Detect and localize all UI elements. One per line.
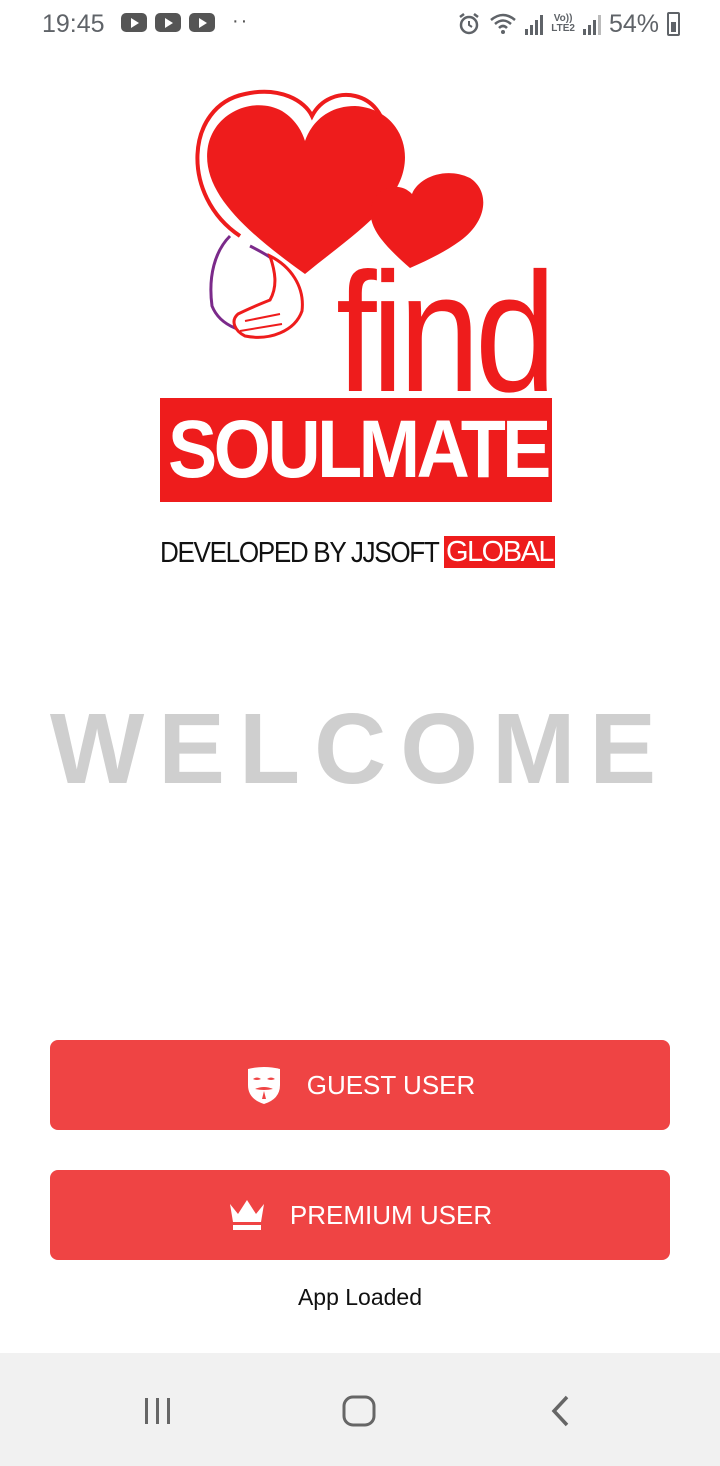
youtube-icon: [121, 13, 147, 32]
crown-icon: [228, 1196, 266, 1234]
volte-indicator: Vo)) LTE2: [551, 13, 575, 34]
signal-icon: [525, 13, 544, 35]
app-status-text: App Loaded: [297, 1284, 423, 1310]
signal-icon-2: [582, 13, 601, 35]
status-right-group: Vo)) LTE2 54%: [457, 9, 680, 39]
status-bar: 19:45 ·· Vo)) LTE2 54%: [0, 0, 720, 50]
developer-highlight: GLOBAL: [444, 536, 556, 568]
mask-icon: [245, 1066, 283, 1104]
home-icon[interactable]: [337, 1389, 381, 1433]
logo-brand-text: SOULMATE: [168, 404, 551, 495]
alarm-icon: [459, 13, 479, 35]
developer-credit: DEVELOPED BY JJSOFT GLOBAL: [160, 536, 556, 570]
guest-user-button[interactable]: GUEST USER: [50, 1040, 670, 1130]
wifi-icon: [490, 13, 517, 34]
more-notifications-icon: ··: [232, 10, 250, 32]
battery-icon: [667, 12, 680, 36]
battery-percent: 54%: [608, 9, 659, 38]
youtube-icon: [189, 13, 215, 32]
welcome-title: WELCOME: [49, 693, 671, 805]
premium-user-label: PREMIUM USER: [289, 1199, 493, 1230]
premium-user-button[interactable]: PREMIUM USER: [50, 1170, 670, 1260]
recents-icon[interactable]: [136, 1389, 180, 1433]
logo-find-text: find: [336, 238, 556, 428]
back-icon[interactable]: [539, 1389, 583, 1433]
guest-user-label: GUEST USER: [306, 1069, 476, 1100]
developer-text: DEVELOPED BY JJSOFT: [160, 536, 440, 569]
system-nav-bar: [0, 1353, 720, 1466]
youtube-icon: [155, 13, 181, 32]
status-time: 19:45: [42, 10, 105, 38]
